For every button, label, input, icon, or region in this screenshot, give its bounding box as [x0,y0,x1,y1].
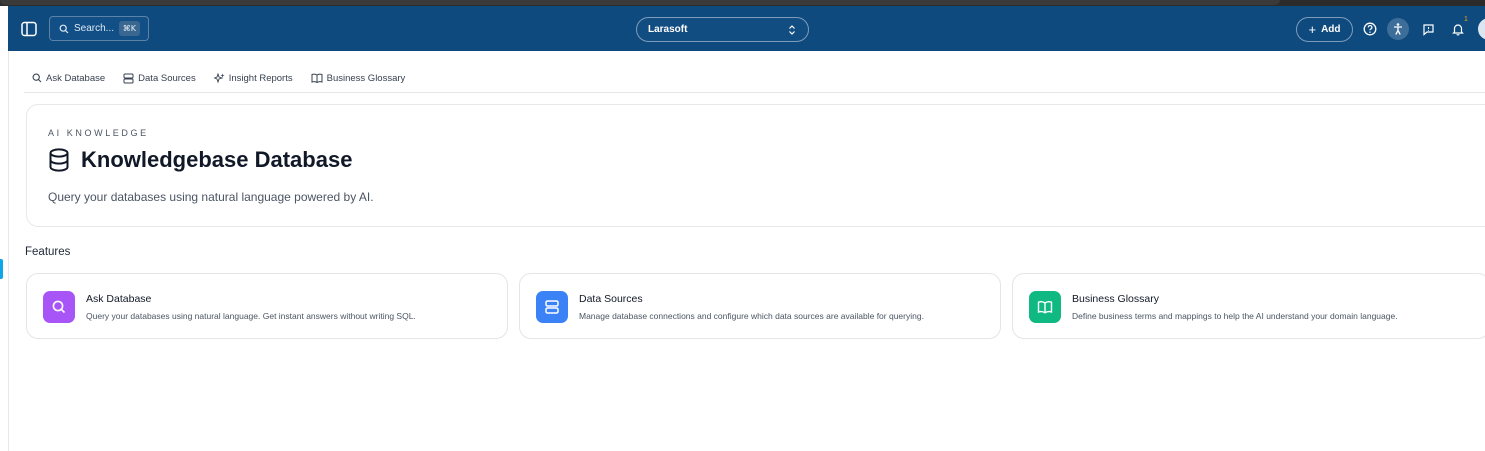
left-rail-divider [8,51,9,451]
top-navigation-bar: Search... ⌘K Larasoft + Add 1 A [8,6,1485,51]
sparkles-icon [213,72,225,83]
book-icon [311,73,323,83]
tab-data-sources[interactable]: Data Sources [123,66,196,90]
feature-card-title: Business Glossary [1072,293,1159,305]
feature-card-description: Define business terms and mappings to he… [1072,311,1398,321]
help-icon[interactable] [1359,18,1381,40]
search-placeholder: Search... [74,23,115,34]
database-icon [49,148,69,172]
add-button-label: Add [1321,24,1341,35]
tab-label: Insight Reports [228,72,293,84]
tab-label: Ask Database [46,72,106,84]
feature-icon-badge [43,291,75,323]
browser-tab-strip [0,0,1280,5]
section-tabs: Ask Database Data Sources Insight Report… [24,66,1485,93]
search-shortcut-badge: ⌘K [118,21,140,36]
feature-card-description: Query your databases using natural langu… [86,311,416,321]
feature-icon-badge [1029,291,1061,323]
chevron-up-down-icon [789,25,795,35]
plus-icon: + [1308,22,1317,37]
page-header-card: AI KNOWLEDGE Knowledgebase Database Quer… [26,104,1485,227]
search-button[interactable]: Search... ⌘K [49,16,149,41]
tab-ask-database[interactable]: Ask Database [32,66,105,90]
feature-icon-badge [536,291,568,323]
search-icon [52,300,66,314]
tab-business-glossary[interactable]: Business Glossary [311,66,406,90]
notification-count-badge: 1 [1464,16,1468,23]
feature-card-description: Manage database connections and configur… [579,311,924,321]
features-heading: Features [25,246,71,258]
page-description: Query your databases using natural langu… [48,190,374,204]
feature-card-business-glossary[interactable]: Business Glossary Define business terms … [1012,273,1485,339]
organization-selector[interactable]: Larasoft [636,17,809,42]
feature-card-title: Ask Database [86,293,152,305]
server-icon [123,73,134,83]
organization-name: Larasoft [648,24,688,35]
sidebar-handle[interactable] [0,259,3,279]
add-button[interactable]: + Add [1296,17,1353,42]
search-icon [59,24,69,33]
accessibility-icon[interactable] [1387,18,1409,40]
sidebar-toggle-icon[interactable] [20,20,38,38]
avatar[interactable]: A [1478,18,1485,40]
feature-card-title: Data Sources [579,293,643,305]
server-icon [545,300,559,314]
tab-label: Data Sources [138,72,196,84]
page-title: Knowledgebase Database [81,147,353,172]
search-icon [32,73,42,83]
book-icon [1037,301,1053,314]
page-eyebrow: AI KNOWLEDGE [48,128,149,138]
feature-card-data-sources[interactable]: Data Sources Manage database connections… [519,273,1001,339]
tab-insight-reports[interactable]: Insight Reports [213,66,293,90]
tab-label: Business Glossary [326,72,406,84]
feature-card-ask-database[interactable]: Ask Database Query your databases using … [26,273,508,339]
feedback-icon[interactable] [1417,18,1439,40]
